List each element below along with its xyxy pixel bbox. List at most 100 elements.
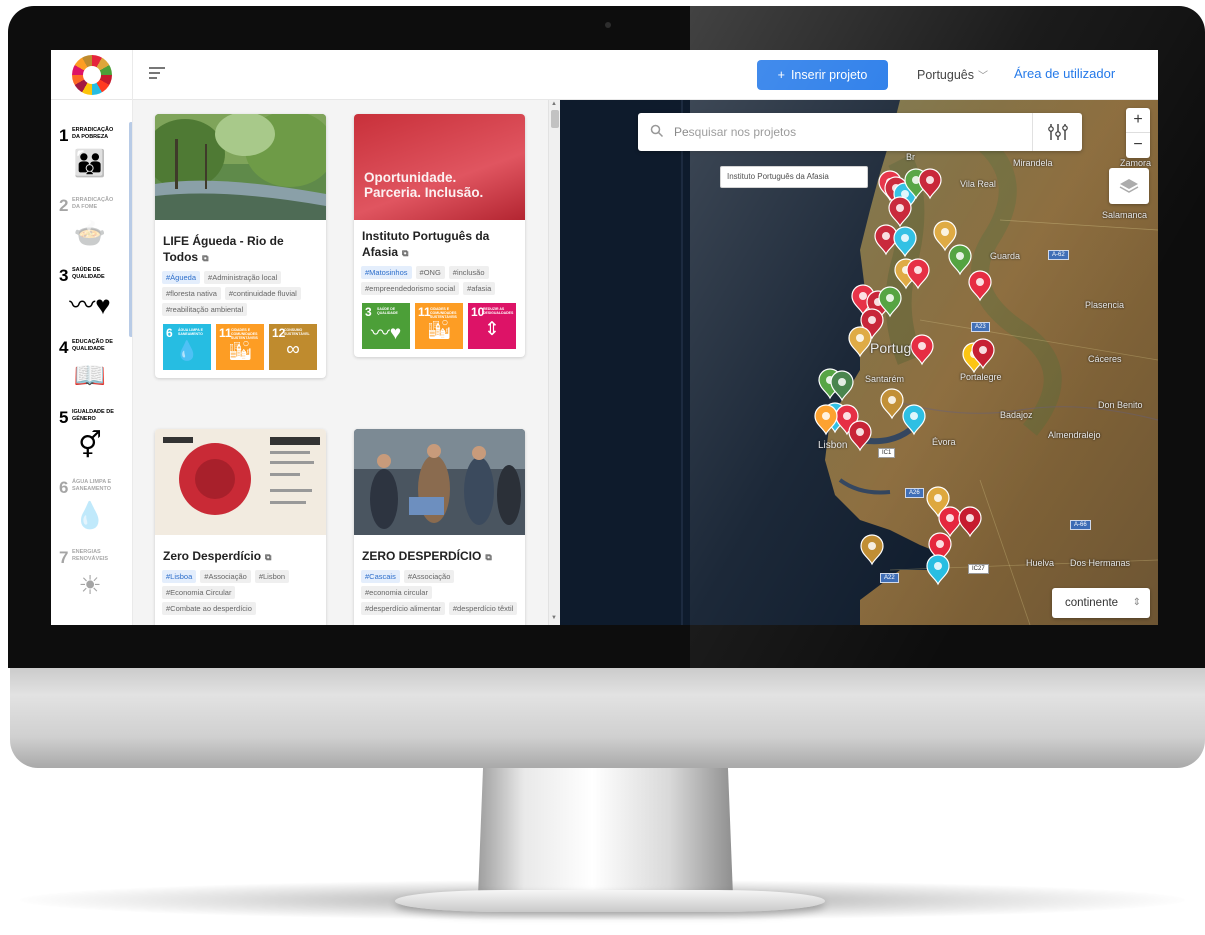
tag[interactable]: #Cascais	[361, 570, 400, 583]
tag-list: #Cascais #Associação #economia circular …	[354, 565, 525, 615]
project-card[interactable]: Oportunidade. Parceria. Inclusão. Instit…	[354, 114, 525, 357]
external-link-icon[interactable]: ⧉	[265, 552, 271, 562]
sdg-label: Erradicação da fome	[72, 197, 114, 210]
tag[interactable]: #Matosinhos	[361, 266, 412, 279]
gender-icon: ⚥	[78, 429, 102, 460]
tag[interactable]: #Lisboa	[162, 570, 197, 583]
sdg-filter-4[interactable]: 4 Educação de qualidade 📖	[57, 334, 127, 404]
zoom-in-button[interactable]: +	[1126, 108, 1150, 133]
sdg-wheel-logo[interactable]	[72, 55, 112, 95]
sdg-tile-icon: 🏙	[426, 320, 452, 341]
sdg-number: 5	[59, 408, 69, 427]
scroll-up-icon[interactable]: ▲	[551, 101, 557, 107]
external-link-icon[interactable]: ⧉	[485, 552, 491, 562]
external-link-icon[interactable]: ⧉	[202, 253, 208, 263]
sdg-tile-label: Reduzir as desigualdades	[483, 307, 514, 315]
project-card[interactable]: Zero Desperdício ⧉ #Lisboa #Associação #L…	[155, 429, 326, 625]
project-card[interactable]: LIFE Águeda - Rio de Todos ⧉ #Águeda #Adm…	[155, 114, 326, 378]
layers-icon	[1119, 179, 1139, 193]
sdg-tile-number: 11	[418, 305, 431, 319]
map-label: Salamanca	[1102, 210, 1148, 220]
tag[interactable]: #Lisbon	[254, 570, 290, 583]
external-link-icon[interactable]: ⧉	[402, 248, 408, 258]
project-list: LIFE Águeda - Rio de Todos ⧉ #Águeda #Adm…	[133, 100, 560, 625]
sdg-tile-3[interactable]: 3 Saúde de qualidade 〰♥	[362, 303, 410, 349]
sdg-filter-6[interactable]: 6 Água limpa e saneamento 💧	[57, 474, 127, 544]
tag[interactable]: #Combate ao desperdício	[162, 602, 256, 615]
sdg-filter-1[interactable]: 1 Erradicação da pobreza 👪	[57, 122, 127, 192]
tag[interactable]: #reabilitação ambiental	[162, 303, 248, 316]
insert-project-label: Inserir projeto	[790, 68, 868, 82]
sdg-filter-7[interactable]: 7 Energias renováveis ☀	[57, 544, 127, 614]
sdg-tile-6[interactable]: 6 Água limpa e saneamento 💧	[163, 324, 211, 370]
project-title: Instituto Português da Afasia ⧉	[362, 229, 490, 259]
tag[interactable]: #afasia	[463, 282, 496, 295]
map-label: Lisbon	[818, 440, 848, 451]
map-label: Portalegre	[960, 372, 1002, 382]
road-sign: A-66	[1070, 520, 1091, 530]
sdg-number: 4	[59, 338, 69, 357]
chevron-down-icon: ﹀	[977, 71, 988, 82]
map-label: Br	[906, 152, 915, 162]
layers-button[interactable]	[1109, 168, 1149, 204]
project-image	[155, 114, 326, 220]
map-search-input[interactable]	[674, 122, 1024, 142]
tag[interactable]: #Associação	[403, 570, 455, 583]
sdg-filter-2[interactable]: 2 Erradicação da fome 🍲	[57, 192, 127, 262]
tag[interactable]: #continuidade fluvial	[224, 287, 301, 300]
tag[interactable]: #desperdício alimentar	[361, 602, 445, 615]
project-image	[354, 429, 525, 535]
project-image-caption: Oportunidade. Parceria. Inclusão.	[364, 170, 484, 200]
tag-list: #Águeda #Administração local #floresta n…	[155, 266, 326, 316]
map-search-bar	[638, 113, 1082, 151]
project-image: Oportunidade. Parceria. Inclusão.	[354, 114, 525, 220]
filter-button[interactable]	[1032, 113, 1082, 151]
language-select[interactable]: Português ﹀	[917, 67, 988, 82]
project-map[interactable]: + − Instituto Português da Afasia Br Mir…	[560, 100, 1158, 625]
tag[interactable]: #Associação	[200, 570, 251, 583]
sdg-filter-5[interactable]: 5 Igualdade de género ⚥	[57, 404, 127, 474]
list-scrollbar[interactable]: ▲ ▼	[548, 100, 560, 625]
tag[interactable]: #ONG	[415, 266, 445, 279]
tag[interactable]: #empreendedorismo social	[361, 282, 460, 295]
zoom-control: + −	[1126, 108, 1150, 158]
scroll-down-icon[interactable]: ▼	[551, 615, 557, 621]
sdg-tile-12[interactable]: 12 Consumo sustentável ∞	[269, 324, 317, 370]
road-sign: IC27	[968, 564, 989, 574]
sdg-filter-3[interactable]: 3 Saúde de qualidade 〰♥	[57, 262, 127, 332]
sdg-tiles: 3 Saúde de qualidade 〰♥ 11 Cidades e comunid…	[354, 295, 525, 357]
project-title: LIFE Águeda - Rio de Todos ⧉	[163, 234, 284, 264]
sdg-tile-10[interactable]: 10 Reduzir as desigualdades ⇕	[468, 303, 516, 349]
project-image	[155, 429, 326, 535]
tag[interactable]: #Águeda	[162, 271, 201, 284]
map-label: Santarém	[865, 374, 905, 384]
scrollbar-thumb[interactable]	[551, 110, 559, 128]
bowl-icon: 🍲	[73, 217, 107, 248]
project-card[interactable]: ZERO DESPERDÍCIO ⧉ #Cascais #Associação #…	[354, 429, 525, 625]
region-select[interactable]: continente ⇕	[1052, 588, 1150, 618]
sdg-tile-11[interactable]: 11 Cidades e comunidades sustentáveis 🏙	[216, 324, 264, 370]
sdg-tile-label: Consumo sustentável	[284, 328, 310, 336]
map-label: Don Benito	[1098, 400, 1143, 410]
tag[interactable]: #Economia Circular	[162, 586, 236, 599]
insert-project-button[interactable]: + Inserir projeto	[757, 60, 888, 90]
user-area-link[interactable]: Área de utilizador	[1014, 66, 1115, 81]
sdg-tile-icon: 〰♥	[370, 323, 402, 344]
language-label: Português	[917, 68, 974, 82]
tag[interactable]: #floresta nativa	[162, 287, 221, 300]
sdg-tile-11[interactable]: 11 Cidades e comunidades sustentáveis 🏙	[415, 303, 463, 349]
sdg-label: Igualdade de género	[72, 409, 114, 422]
sdg-tile-number: 11	[219, 326, 232, 340]
map-label: Vila Real	[960, 179, 996, 189]
sdg-number: 1	[59, 126, 69, 145]
tag[interactable]: #inclusão	[448, 266, 489, 279]
tag-list: #Matosinhos #ONG #inclusão #empreendedor…	[354, 261, 525, 295]
sdg-tile-label: Água limpa e saneamento	[178, 328, 203, 336]
sdg-tile-icon: ∞	[286, 339, 300, 360]
menu-icon[interactable]	[149, 67, 165, 81]
tag[interactable]: #economia circular	[361, 586, 432, 599]
sdg-label: Água limpa e saneamento	[72, 479, 112, 492]
tag[interactable]: #desperdício têxtil	[448, 602, 518, 615]
tag[interactable]: #Administração local	[204, 271, 282, 284]
zoom-out-button[interactable]: −	[1126, 133, 1150, 158]
